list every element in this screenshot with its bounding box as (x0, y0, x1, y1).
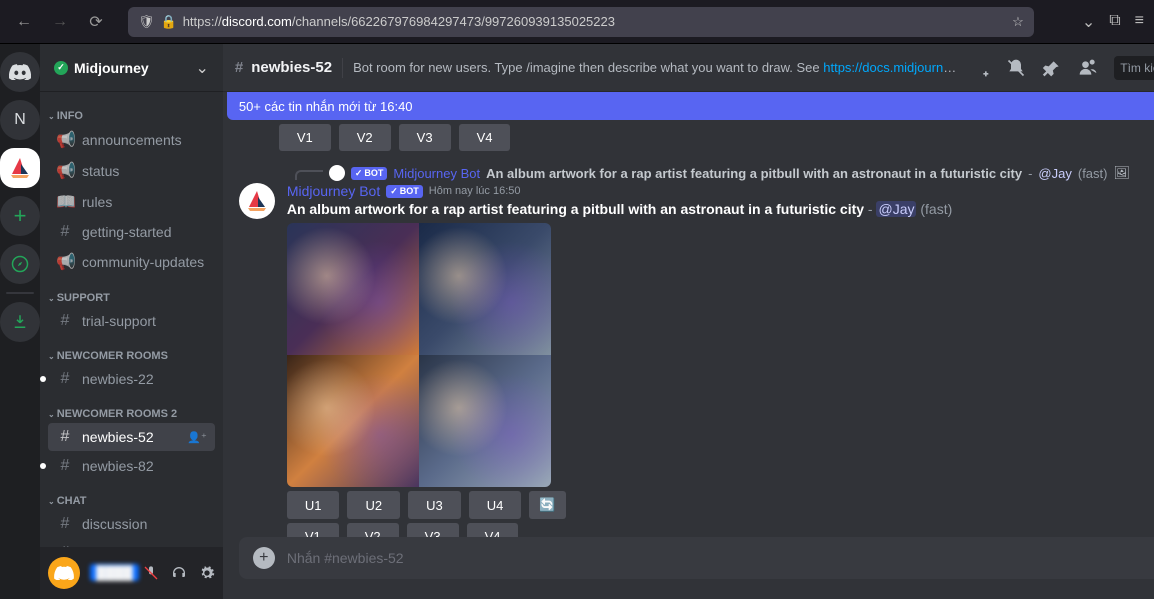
menu-icon[interactable]: ≡ (1135, 12, 1144, 32)
sailboat-icon (8, 156, 32, 180)
image-icon: 🖼 (1113, 165, 1130, 181)
main-content: #newbies-52 Bot room for new users. Type… (223, 44, 1154, 599)
category-header[interactable]: ⌄ CHAT (40, 481, 223, 509)
v4-button[interactable]: V4 (467, 523, 519, 537)
explore-servers[interactable] (0, 244, 40, 284)
v2-button[interactable]: V2 (339, 124, 391, 151)
create-invite-icon[interactable]: 👤⁺ (187, 431, 207, 444)
shield-icon: 🛡 (138, 14, 155, 30)
message-author[interactable]: Midjourney Bot (287, 183, 380, 199)
members-icon[interactable] (1078, 58, 1098, 78)
username[interactable]: ████ (90, 564, 139, 581)
new-messages-banner[interactable]: 50+ các tin nhắn mới từ 16:40 Đánh Dấu Đ… (227, 92, 1154, 120)
channel-getting-started[interactable]: #getting-started (48, 218, 215, 246)
search-input[interactable]: Tìm kiếm🔍 (1114, 56, 1154, 80)
message-content: An album artwork for a rap artist featur… (287, 201, 1154, 217)
mute-icon[interactable] (143, 565, 159, 581)
server-midjourney[interactable] (0, 148, 40, 188)
add-server[interactable]: + (0, 196, 40, 236)
category-header[interactable]: ⌄ INFO (40, 96, 223, 124)
reroll-button[interactable]: 🔄 (529, 491, 565, 519)
channel-sidebar: ✓Midjourney ⌄ ⌄ INFO📢announcements📢statu… (40, 44, 223, 599)
message: Midjourney Bot ✓BOT Hôm nay lúc 16:50 An… (239, 183, 1154, 537)
pocket-icon[interactable]: ⌄ (1082, 12, 1095, 32)
reload-button[interactable]: ⟳ (82, 8, 110, 36)
forward-button[interactable]: → (46, 8, 74, 36)
avatar[interactable] (48, 557, 80, 589)
channel-topic[interactable]: Bot room for new users. Type /imagine th… (353, 60, 960, 75)
v4-button[interactable]: V4 (459, 124, 511, 151)
v1-button[interactable]: V1 (279, 124, 331, 151)
message-list[interactable]: V1 V2 V3 V4 ✓BOT Midjourney Bot An album ar… (223, 120, 1154, 537)
u1-button[interactable]: U1 (287, 491, 340, 519)
server-n[interactable]: N (0, 100, 40, 140)
extensions-icon[interactable]: ⧉ (1109, 12, 1120, 32)
verified-icon: ✓ (54, 61, 68, 75)
chevron-down-icon: ⌄ (195, 58, 208, 78)
v3-button[interactable]: V3 (399, 124, 451, 151)
attach-button[interactable]: + (253, 547, 275, 569)
settings-icon[interactable] (199, 565, 215, 581)
bot-avatar[interactable] (239, 183, 275, 219)
channel-status[interactable]: 📢status (48, 156, 215, 186)
reply-context[interactable]: ✓BOT Midjourney Bot An album artwork for… (279, 165, 1154, 181)
reply-avatar (329, 165, 345, 181)
channel-newbies-22[interactable]: #newbies-22 (48, 365, 215, 393)
channel-toolbar: #newbies-52 Bot room for new users. Type… (223, 44, 1154, 92)
channel-prompt-chat[interactable]: #prompt-chat (48, 539, 215, 547)
download-apps[interactable] (0, 302, 40, 342)
image-attachment[interactable] (287, 223, 551, 487)
browser-bar: ← → ⟳ 🛡 🔒 https://discord.com/channels/6… (0, 0, 1154, 44)
channel-newbies-52[interactable]: #newbies-52👤⁺ (48, 423, 215, 451)
url-bar[interactable]: 🛡 🔒 https://discord.com/channels/6622679… (128, 7, 1034, 37)
notifications-icon[interactable] (1006, 58, 1026, 78)
category-header[interactable]: ⌄ NEWCOMER ROOMS (40, 336, 223, 364)
category-header[interactable]: ⌄ NEWCOMER ROOMS 2 (40, 394, 223, 422)
v1-button[interactable]: V1 (287, 523, 339, 537)
lock-icon: 🔒 (161, 14, 177, 30)
channel-trial-support[interactable]: #trial-support (48, 307, 215, 335)
channel-announcements[interactable]: 📢announcements (48, 125, 215, 155)
v2-button[interactable]: V2 (347, 523, 399, 537)
server-list: N + (0, 44, 40, 599)
u3-button[interactable]: U3 (408, 491, 461, 519)
server-header[interactable]: ✓Midjourney ⌄ (40, 44, 223, 92)
channel-rules[interactable]: 📖rules (48, 187, 215, 217)
deafen-icon[interactable] (171, 565, 187, 581)
channel-newbies-82[interactable]: #newbies-82 (48, 452, 215, 480)
bookmark-icon[interactable]: ☆ (1012, 14, 1024, 30)
channel-community-updates[interactable]: 📢community-updates (48, 247, 215, 277)
message-input[interactable]: + Nhắn #newbies-52 🎁 GIF 🗂 😀 (239, 537, 1154, 579)
v3-button[interactable]: V3 (407, 523, 459, 537)
u2-button[interactable]: U2 (347, 491, 400, 519)
channel-discussion[interactable]: #discussion (48, 510, 215, 538)
discord-home[interactable] (0, 52, 40, 92)
user-panel: ████ (40, 547, 223, 599)
category-header[interactable]: ⌄ SUPPORT (40, 278, 223, 306)
message-timestamp: Hôm nay lúc 16:50 (429, 185, 521, 197)
u4-button[interactable]: U4 (469, 491, 522, 519)
threads-icon[interactable] (970, 58, 990, 78)
pinned-icon[interactable] (1042, 58, 1062, 78)
back-button[interactable]: ← (10, 8, 38, 36)
